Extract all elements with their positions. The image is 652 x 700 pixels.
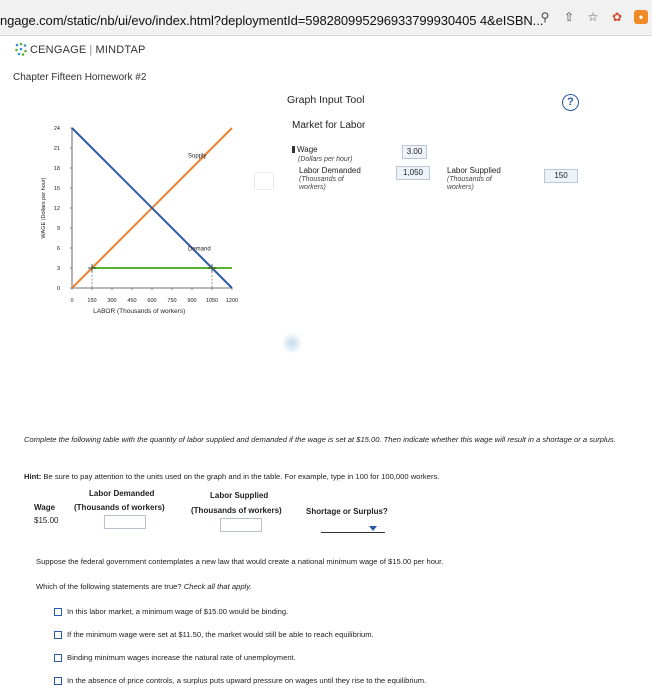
- option-2-checkbox[interactable]: [54, 630, 62, 639]
- statements-prompt-main: Which of the following statements are tr…: [36, 582, 182, 591]
- shortage-surplus-dropdown[interactable]: [321, 519, 385, 533]
- brand-secondary: MINDTAP: [95, 44, 146, 56]
- labor-demanded-label-text: Labor Demanded: [299, 166, 361, 175]
- url-text[interactable]: ngage.com/static/nb/ui/evo/index.html?de…: [0, 13, 543, 28]
- help-button[interactable]: ?: [562, 94, 579, 111]
- y-tick-label: 3: [57, 266, 60, 272]
- wage-unit: (Dollars per hour): [298, 155, 353, 163]
- extension-orange-icon[interactable]: •: [634, 10, 648, 24]
- col-labor-demanded: Labor Demanded: [89, 489, 155, 498]
- col-labor-supplied: Labor Supplied: [210, 491, 269, 500]
- option-1[interactable]: In this labor market, a minimum wage of …: [54, 607, 288, 616]
- labor-demanded-value-field[interactable]: 1,050: [396, 166, 430, 180]
- brand-separator: |: [89, 44, 93, 56]
- extension-bird-icon[interactable]: ✿: [610, 10, 624, 24]
- hint-text: Hint: Be sure to pay attention to the un…: [24, 472, 439, 481]
- row-wage-value: $15.00: [34, 516, 59, 525]
- bookmark-star-icon[interactable]: ☆: [586, 10, 600, 24]
- y-tick-label: 12: [54, 206, 60, 212]
- y-tick-label: 6: [57, 246, 60, 252]
- labor-supplied-label: Labor Supplied (Thousands of workers): [447, 166, 507, 193]
- question-instructions: Complete the following table with the qu…: [24, 435, 616, 444]
- y-tick-label: 9: [57, 226, 60, 232]
- option-1-label[interactable]: In this labor market, a minimum wage of …: [67, 607, 288, 616]
- statements-prompt: Which of the following statements are tr…: [36, 582, 252, 591]
- supply-label: Supply: [188, 153, 206, 159]
- x-tick-label: 900: [187, 298, 196, 304]
- graph-tool-subtitle: Market for Labor: [292, 120, 366, 131]
- labor-supplied-unit: (Thousands of workers): [447, 175, 492, 192]
- y-tick-label: 21: [54, 146, 60, 152]
- y-tick-label: 18: [54, 166, 60, 172]
- x-tick-label: 750: [167, 298, 176, 304]
- demand-label: Demand: [188, 247, 211, 253]
- labor-supplied-value-field[interactable]: 150: [544, 169, 578, 183]
- scenario-text: Suppose the federal government contempla…: [36, 557, 444, 566]
- option-4[interactable]: In the absence of price controls, a surp…: [54, 676, 426, 685]
- share-icon[interactable]: ⇧: [562, 10, 576, 24]
- labor-demanded-label: Labor Demanded (Thousands of workers): [299, 166, 361, 193]
- wage-label-text: Wage: [297, 145, 318, 154]
- option-2[interactable]: If the minimum wage were set at $11.50, …: [54, 630, 374, 639]
- labor-demanded-unit: (Thousands of workers): [299, 175, 344, 192]
- mouse-cursor: [283, 332, 301, 354]
- browser-toolbar-icons: ⚲ ⇧ ☆ ✿ •: [538, 10, 648, 24]
- x-tick-label: 300: [107, 298, 116, 304]
- x-tick-label: 450: [127, 298, 136, 304]
- x-tick-label: 1200: [226, 298, 238, 304]
- hint-body: Be sure to pay attention to the units us…: [43, 472, 440, 481]
- x-tick-label: 150: [87, 298, 96, 304]
- x-tick-label: 1050: [206, 298, 218, 304]
- col-supplied-unit: (Thousands of workers): [191, 506, 282, 515]
- option-2-label[interactable]: If the minimum wage were set at $11.50, …: [67, 630, 374, 639]
- y-tick-label: 24: [54, 126, 60, 132]
- x-axis-label: LABOR (Thousands of workers): [93, 308, 185, 315]
- statements-prompt-hint: Check all that apply.: [183, 582, 252, 591]
- col-shortage-surplus: Shortage or Surplus?: [306, 507, 388, 516]
- dropdown-arrow-icon: [369, 526, 377, 531]
- wage-label: Wage (Dollars per hour): [292, 145, 353, 164]
- x-tick-label: 600: [147, 298, 156, 304]
- labor-market-chart[interactable]: 0 3 6 9 12 15 18 21 24 0 150 300 450 600 750 900 1050 120…: [30, 118, 260, 328]
- col-wage: Wage: [34, 503, 56, 512]
- browser-address-bar[interactable]: ngage.com/static/nb/ui/evo/index.html?de…: [0, 0, 652, 36]
- x-tick-label: 0: [70, 298, 73, 304]
- graph-tool-title: Graph Input Tool: [287, 94, 365, 106]
- hint-label: Hint:: [24, 472, 42, 481]
- brand-primary: CENGAGE: [30, 44, 87, 56]
- option-3-checkbox[interactable]: [54, 653, 62, 662]
- option-4-checkbox[interactable]: [54, 676, 62, 685]
- option-4-label[interactable]: In the absence of price controls, a surp…: [67, 676, 426, 685]
- labor-supplied-input[interactable]: [220, 518, 262, 532]
- y-tick-label: 0: [57, 286, 60, 292]
- option-3-label[interactable]: Binding minimum wages increase the natur…: [67, 653, 296, 662]
- option-3[interactable]: Binding minimum wages increase the natur…: [54, 653, 296, 662]
- zoom-icon[interactable]: ⚲: [538, 10, 552, 24]
- labor-demanded-input[interactable]: [104, 515, 146, 529]
- brand-name: CENGAGE | MINDTAP: [30, 44, 146, 56]
- col-demanded-unit: (Thousands of workers): [74, 503, 165, 512]
- chapter-title: Chapter Fifteen Homework #2: [13, 72, 147, 83]
- wage-marker-icon: [292, 146, 295, 153]
- option-1-checkbox[interactable]: [54, 607, 62, 616]
- y-tick-label: 15: [54, 186, 60, 192]
- cengage-logo-icon: [15, 42, 27, 56]
- faint-overlay-mark: [254, 172, 274, 190]
- labor-supplied-label-text: Labor Supplied: [447, 166, 501, 175]
- wage-value-field[interactable]: 3.00: [402, 145, 427, 159]
- y-axis-label: WAGE (Dollars per hour): [41, 177, 47, 238]
